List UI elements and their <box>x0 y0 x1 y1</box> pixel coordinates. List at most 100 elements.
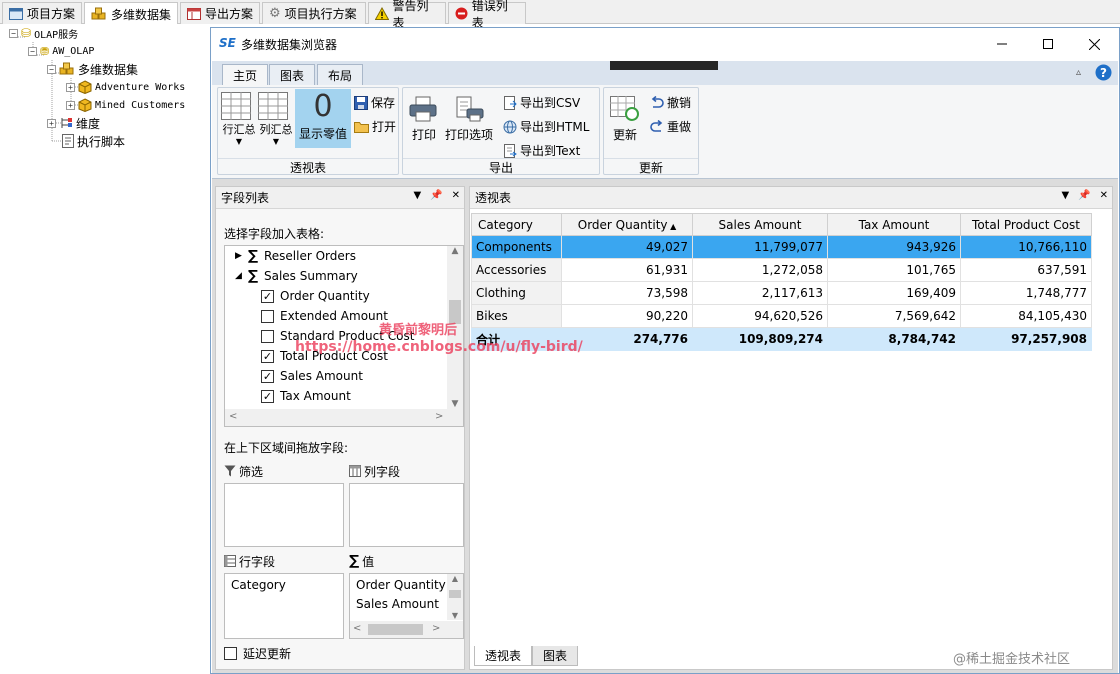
row-header-cell[interactable]: Accessories <box>471 258 562 282</box>
total-label-cell[interactable]: 合计 <box>471 327 562 351</box>
grip-handle[interactable] <box>610 61 718 70</box>
table-row[interactable]: Accessories 61,931 1,272,058 101,765 637,591 <box>471 258 1092 282</box>
data-cell[interactable]: 84,105,430 <box>960 304 1092 328</box>
expand-icon[interactable]: + <box>66 82 75 92</box>
row-total-button[interactable]: 行汇总 ▼ <box>221 92 257 146</box>
export-html-button[interactable]: 导出到HTML <box>503 118 589 135</box>
tab-execution-plan[interactable]: ⚙ 项目执行方案 <box>262 2 366 24</box>
print-options-button[interactable]: 打印选项 <box>443 96 495 143</box>
column-drop-area[interactable] <box>349 483 464 547</box>
column-header[interactable]: Order Quantity ▲ <box>561 213 693 236</box>
field-item[interactable]: ✓ Tax Amount <box>261 386 351 406</box>
scroll-right-icon[interactable]: > <box>435 411 443 422</box>
collapse-arrow-icon[interactable]: ◢ <box>235 271 242 281</box>
expand-icon[interactable]: + <box>47 118 56 128</box>
vertical-scrollbar[interactable]: ▲ ▼ <box>447 246 463 409</box>
data-cell[interactable]: 11,799,077 <box>692 235 828 259</box>
column-total-button[interactable]: 列汇总 ▼ <box>258 92 294 146</box>
field-item[interactable]: ✓ Sales Amount <box>261 366 363 386</box>
total-cell[interactable]: 274,776 <box>561 327 693 351</box>
column-header[interactable]: Tax Amount <box>827 213 961 236</box>
horizontal-scrollbar[interactable]: < > <box>350 621 463 638</box>
total-cell[interactable]: 109,809,274 <box>692 327 828 351</box>
data-cell[interactable]: 943,926 <box>827 235 961 259</box>
checkbox[interactable] <box>261 329 274 343</box>
table-row[interactable]: Components 49,027 11,799,077 943,926 10,766,… <box>471 235 1092 259</box>
open-button[interactable]: 打开 <box>354 118 396 135</box>
tab-cube[interactable]: 多维数据集 <box>84 2 178 25</box>
checkbox[interactable] <box>261 309 274 323</box>
redo-button[interactable]: 重做 <box>650 118 691 135</box>
tab-warning-list[interactable]: 警告列表 <box>368 0 446 30</box>
close-button[interactable] <box>1071 28 1117 60</box>
scrollbar-thumb[interactable] <box>368 624 423 635</box>
print-button[interactable]: 打印 <box>409 96 439 143</box>
data-cell[interactable]: 1,272,058 <box>692 258 828 282</box>
data-cell[interactable]: 637,591 <box>960 258 1092 282</box>
value-field-item[interactable]: Sales Amount <box>356 597 439 611</box>
field-item[interactable]: ✓ Total Product Cost <box>261 346 388 366</box>
collapse-icon[interactable]: − <box>28 46 37 56</box>
row-field-item[interactable]: Category <box>231 578 286 592</box>
dropdown-arrow-icon[interactable]: ▼ <box>413 190 421 201</box>
close-icon[interactable]: ✕ <box>1100 190 1108 201</box>
tab-chart[interactable]: 图表 <box>269 64 316 85</box>
scroll-up-icon[interactable]: ▲ <box>447 246 463 256</box>
undo-button[interactable]: 撤销 <box>650 94 691 111</box>
scrollbar-thumb[interactable] <box>449 590 461 598</box>
tab-chart-view[interactable]: 图表 <box>532 646 579 666</box>
checkbox[interactable]: ✓ <box>261 289 274 303</box>
collapse-ribbon-icon[interactable]: ▵ <box>1076 67 1081 78</box>
field-item[interactable]: Standard Product Cost <box>261 326 414 346</box>
tree-node-database[interactable]: − ⛃ AW_OLAP <box>28 42 94 60</box>
tree-node-mined-customers[interactable]: + Mined Customers <box>66 96 185 114</box>
pin-icon[interactable]: 📌 <box>1078 190 1090 201</box>
show-zero-button[interactable]: 0 显示零值 <box>295 89 351 148</box>
tab-project-plan[interactable]: 项目方案 <box>2 2 82 24</box>
minimize-button[interactable] <box>979 28 1025 60</box>
data-cell[interactable]: 169,409 <box>827 281 961 305</box>
collapse-icon[interactable]: − <box>47 64 56 74</box>
defer-update-checkbox[interactable]: 延迟更新 <box>224 643 291 663</box>
scroll-right-icon[interactable]: > <box>432 623 440 634</box>
expand-icon[interactable]: + <box>66 100 75 110</box>
vertical-scrollbar[interactable]: ▲ ▼ <box>447 574 463 620</box>
scroll-down-icon[interactable]: ▼ <box>447 611 463 620</box>
tab-layout[interactable]: 布局 <box>317 64 364 85</box>
row-header-cell[interactable]: Components <box>471 235 562 259</box>
tree-node-execute-script[interactable]: 执行脚本 <box>62 132 125 150</box>
checkbox[interactable]: ✓ <box>261 349 274 363</box>
scrollbar-thumb[interactable] <box>449 300 461 324</box>
table-row[interactable]: Bikes 90,220 94,620,526 7,569,642 84,105,430 <box>471 304 1092 328</box>
data-cell[interactable]: 73,598 <box>561 281 693 305</box>
data-cell[interactable]: 61,931 <box>561 258 693 282</box>
row-header-cell[interactable]: Bikes <box>471 304 562 328</box>
maximize-button[interactable] <box>1025 28 1071 60</box>
refresh-button[interactable]: 更新 <box>608 96 642 143</box>
field-group-sales-summary[interactable]: ◢ ∑ Sales Summary <box>235 266 358 286</box>
table-row[interactable]: Clothing 73,598 2,117,613 169,409 1,748,777 <box>471 281 1092 305</box>
scroll-down-icon[interactable]: ▼ <box>447 399 463 409</box>
field-group-reseller-orders[interactable]: ▶ ∑ Reseller Orders <box>235 246 356 266</box>
dropdown-arrow-icon[interactable]: ▼ <box>1061 190 1069 201</box>
export-text-button[interactable]: 导出到Text <box>503 142 580 159</box>
data-cell[interactable]: 101,765 <box>827 258 961 282</box>
tab-error-list[interactable]: 错误列表 <box>448 0 526 30</box>
field-item[interactable]: Extended Amount <box>261 306 388 326</box>
field-tree[interactable]: ▶ ∑ Reseller Orders ◢ ∑ Sales Summary ✓ O… <box>224 245 464 427</box>
pin-icon[interactable]: 📌 <box>430 190 442 201</box>
data-cell[interactable]: 7,569,642 <box>827 304 961 328</box>
data-cell[interactable]: 2,117,613 <box>692 281 828 305</box>
tree-node-adventure-works[interactable]: + Adventure Works <box>66 78 185 96</box>
data-cell[interactable]: 10,766,110 <box>960 235 1092 259</box>
expand-arrow-icon[interactable]: ▶ <box>235 251 242 261</box>
filter-drop-area[interactable] <box>224 483 344 547</box>
row-drop-area[interactable]: Category <box>224 573 344 639</box>
checkbox[interactable] <box>224 646 237 660</box>
collapse-icon[interactable]: − <box>9 28 18 38</box>
pivot-grid[interactable]: Category Order Quantity ▲ Sales Amount Tax … <box>471 213 1092 351</box>
tree-node-dimensions[interactable]: + 维度 <box>47 114 100 132</box>
scroll-up-icon[interactable]: ▲ <box>447 574 463 583</box>
scroll-left-icon[interactable]: < <box>353 623 361 634</box>
tree-node-olap-service[interactable]: − ⛁ OLAP服务 <box>9 24 78 42</box>
